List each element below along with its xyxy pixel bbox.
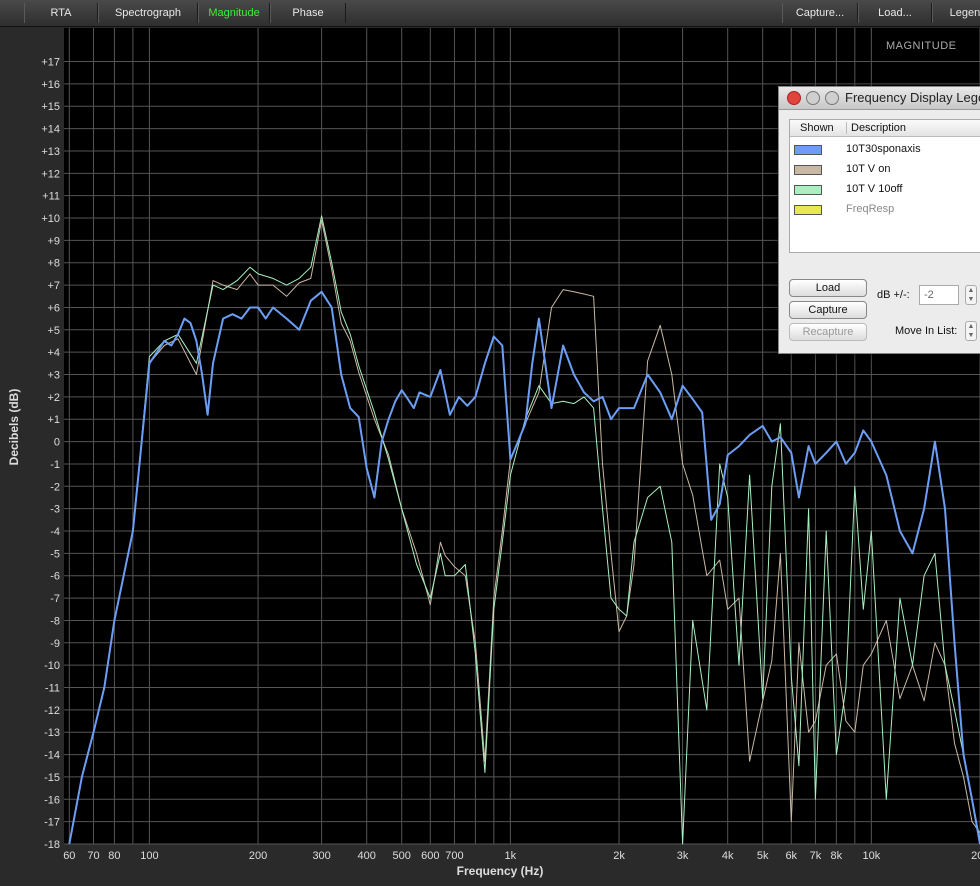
legend-window-title: Frequency Display Legend [845,90,980,105]
zoom-icon[interactable] [825,91,839,105]
swatch-icon[interactable] [794,185,822,195]
y-tick-label: +12 [41,168,60,180]
y-tick-label: +4 [47,347,60,359]
y-tick-label: +5 [47,325,60,337]
y-tick-label: -5 [50,548,60,560]
x-tick-label: 80 [108,850,120,862]
x-tick-label: 10k [862,850,880,862]
legend-recapture-button[interactable]: Recapture [789,323,867,341]
legend-window: Frequency Display Legend Shown Descripti… [778,86,980,354]
db-offset-label: dB +/-: [877,289,910,301]
legend-row-description: FreqResp [846,203,895,215]
y-tick-label: -4 [50,526,60,538]
y-tick-label: -15 [44,772,60,784]
y-tick-label: +9 [47,235,60,247]
y-axis-title: Decibels (dB) [7,388,21,466]
x-tick-label: 20k [971,850,980,862]
x-tick-label: 600 [421,850,439,862]
move-in-list-stepper-icon[interactable]: ▲ ▼ [965,321,977,341]
x-tick-label: 60 [63,850,75,862]
x-tick-label: 1k [505,850,517,862]
legend-list-header: Shown Description [790,120,980,137]
y-tick-label: +7 [47,280,60,292]
column-description[interactable]: Description [846,122,906,134]
y-tick-label: -8 [50,615,60,627]
x-tick-label: 2k [613,850,625,862]
y-tick-label: -12 [44,705,60,717]
y-tick-label: +13 [41,146,60,158]
swatch-icon[interactable] [794,205,822,215]
x-tick-label: 200 [249,850,267,862]
y-tick-label: -14 [44,750,60,762]
x-tick-label: 7k [810,850,822,862]
y-tick-label: +2 [47,392,60,404]
y-tick-label: -10 [44,660,60,672]
x-tick-label: 700 [445,850,463,862]
legend-row-description: 10T V on [846,163,891,175]
y-tick-label: -13 [44,727,60,739]
x-tick-label: 100 [140,850,158,862]
y-tick-label: +11 [42,191,60,203]
column-shown[interactable]: Shown [800,122,834,134]
x-tick-label: 500 [393,850,411,862]
y-tick-label: -1 [50,459,60,471]
y-tick-label: -7 [50,593,60,605]
y-tick-label: -3 [50,504,60,516]
move-in-list-label: Move In List: [895,325,958,337]
x-tick-label: 4k [722,850,734,862]
x-tick-label: 400 [358,850,376,862]
legend-row-description: 10T V 10off [846,183,903,195]
y-tick-label: -17 [44,817,60,829]
x-tick-label: 8k [831,850,843,862]
x-axis-title: Frequency (Hz) [456,864,544,878]
y-tick-label: 0 [54,437,60,449]
y-tick-label: +10 [41,213,60,225]
x-tick-label: 70 [87,850,99,862]
legend-row[interactable]: 10T V 10off [790,180,980,200]
y-tick-label: +3 [47,370,60,382]
db-offset-stepper-icon[interactable]: ▲ ▼ [965,285,977,305]
y-tick-label: +14 [41,124,60,136]
legend-row-description: 10T30sponaxis [846,143,921,155]
y-tick-label: +15 [41,101,60,113]
legend-row[interactable]: 10T30sponaxis [790,140,980,160]
legend-capture-button[interactable]: Capture [789,301,867,319]
swatch-icon[interactable] [794,145,822,155]
x-tick-label: 6k [785,850,797,862]
legend-load-button[interactable]: Load [789,279,867,297]
legend-row[interactable]: FreqResp [790,200,980,220]
y-tick-label: +8 [47,258,60,270]
y-tick-label: +16 [41,79,60,91]
x-tick-label: 3k [677,850,689,862]
legend-row[interactable]: 10T V on [790,160,980,180]
minimize-icon[interactable] [806,91,820,105]
x-tick-label: 5k [757,850,769,862]
swatch-icon[interactable] [794,165,822,175]
y-tick-label: -16 [44,794,60,806]
db-offset-input[interactable]: -2 [919,285,959,305]
y-tick-label: +17 [41,57,60,69]
y-tick-label: -2 [50,481,60,493]
y-tick-label: -6 [50,571,60,583]
y-tick-label: +6 [47,302,60,314]
x-tick-label: 300 [312,850,330,862]
y-tick-label: -18 [44,839,60,851]
y-tick-label: -11 [45,683,60,695]
y-tick-label: +1 [47,414,60,426]
legend-list[interactable]: Shown Description 10T30sponaxis 10T V on… [789,119,980,253]
close-icon[interactable] [787,91,801,105]
mode-label: MAGNITUDE [886,40,957,52]
y-tick-label: -9 [50,638,60,650]
legend-titlebar[interactable]: Frequency Display Legend [779,87,980,110]
